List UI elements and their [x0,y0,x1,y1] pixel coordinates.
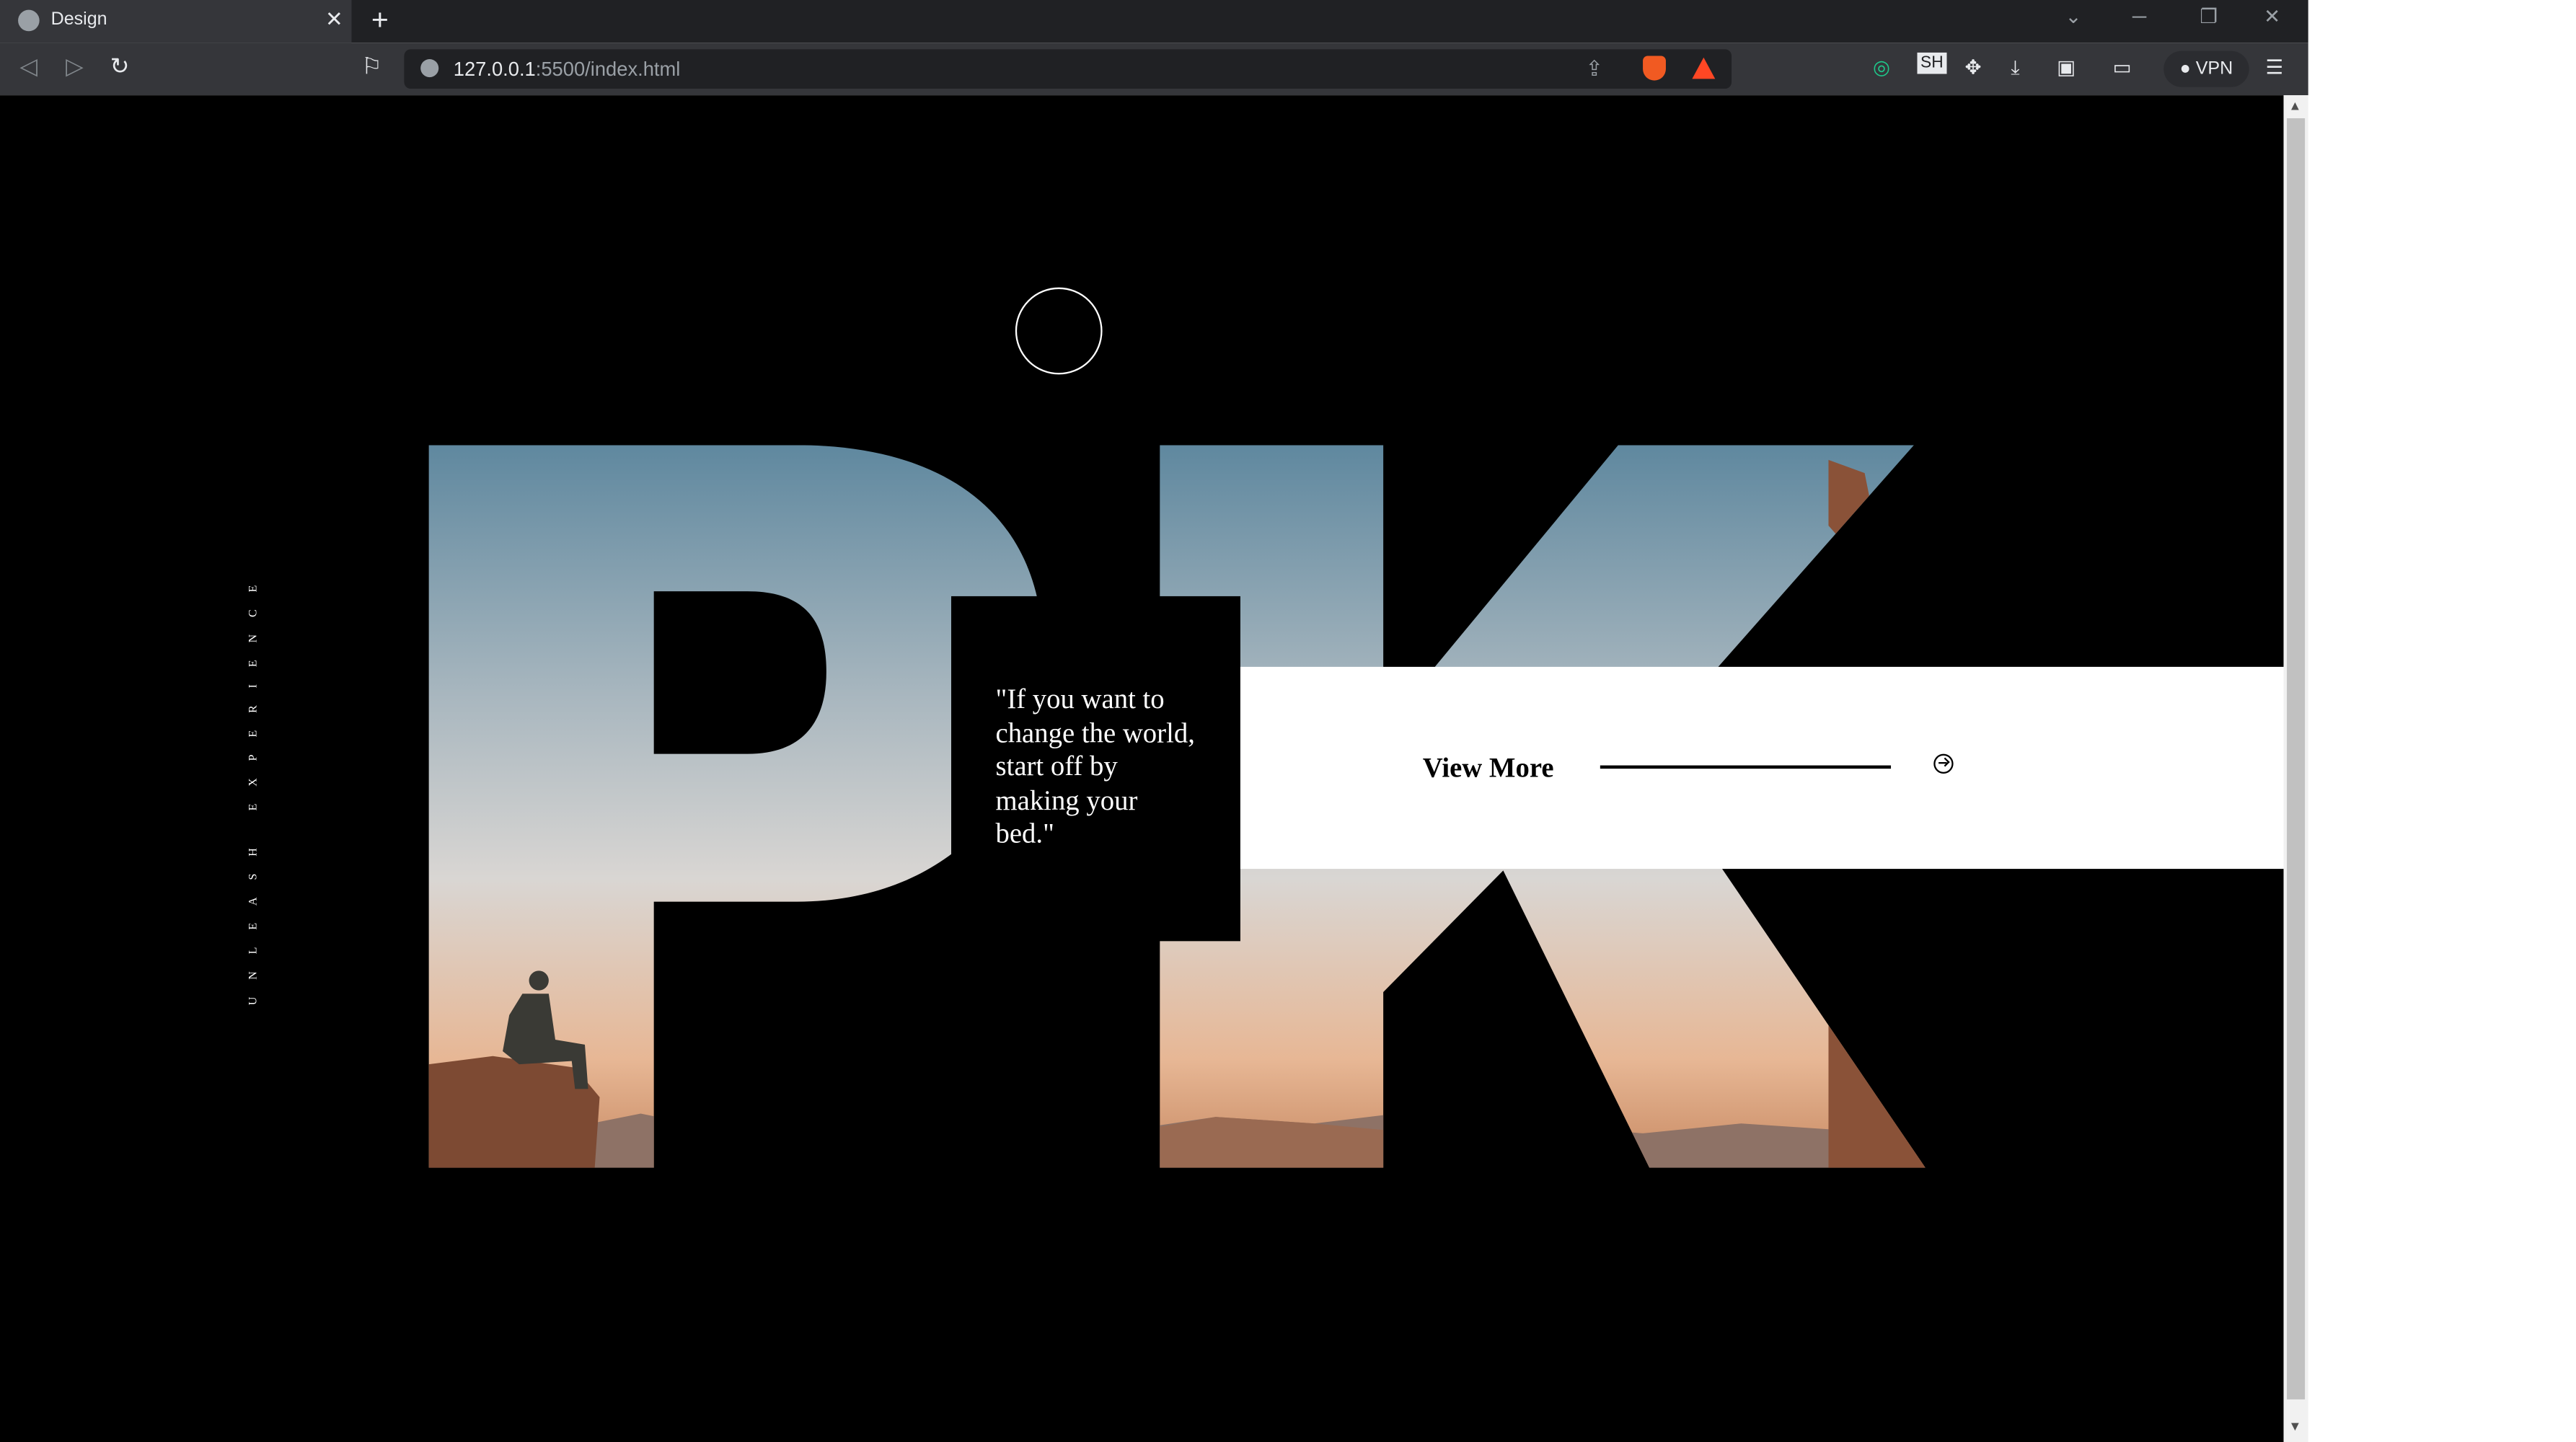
sidebar-icon[interactable]: ▣ [2057,56,2076,79]
menu-icon[interactable]: ☰ [2265,56,2283,79]
download-icon[interactable]: ⤓ [2011,56,2019,80]
browser-tab-bar: Design ✕ + ⌄ ─ ❐ ✕ [0,0,2308,43]
url-text: 127.0.0.1:5500/index.html [453,57,681,81]
quote-text: "If you want to change the world, start … [995,683,1195,849]
scroll-up-arrow-icon[interactable]: ▲ [2288,99,2301,114]
scrollbar-thumb[interactable] [2287,118,2306,1399]
tab-title: Design [50,9,107,30]
extension-eye-icon[interactable]: ◎ [1873,56,1890,79]
close-window-button[interactable]: ✕ [2264,5,2280,28]
browser-tab[interactable]: Design ✕ [0,0,352,43]
minimize-button[interactable]: ─ [2132,5,2146,28]
browser-toolbar: ◁ ▷ ↻ ⚐ 127.0.0.1:5500/index.html ⇪ ◎ SH… [0,43,2308,96]
view-more-line [1600,765,1892,769]
vpn-button[interactable]: ● VPN [2163,50,2249,87]
view-more-link[interactable]: View More [1423,752,1554,785]
extension-sh-icon[interactable]: SH [1917,52,1947,74]
globe-icon [18,9,40,32]
brave-rewards-icon[interactable] [1692,57,1716,79]
site-info-icon[interactable] [420,59,439,78]
tab-list-chevron-icon[interactable]: ⌄ [2065,5,2082,28]
back-icon[interactable]: ◁ [19,53,38,81]
maximize-button[interactable]: ❐ [2200,5,2218,28]
arrow-circle-right-icon[interactable] [1933,753,1954,774]
page-scrollbar[interactable]: ▲ ▼ [2283,95,2308,1442]
tab-close-button[interactable]: ✕ [325,6,343,32]
share-icon[interactable]: ⇪ [1585,56,1603,81]
brave-shields-icon[interactable] [1643,56,1666,81]
page-viewport: UNLEASH EXPERIENCE "If you want to chang… [0,95,2284,1442]
forward-icon[interactable]: ▷ [66,53,84,81]
bookmark-icon[interactable]: ⚐ [361,53,382,81]
address-bar[interactable]: 127.0.0.1:5500/index.html ⇪ [404,49,1732,89]
extensions-puzzle-icon[interactable]: ✥ [1965,56,1982,79]
reload-icon[interactable]: ↻ [110,53,130,81]
scroll-down-arrow-icon[interactable]: ▼ [2288,1419,2301,1434]
new-tab-button[interactable]: + [371,4,389,38]
view-more-band: View More [1240,666,2284,870]
wallet-icon[interactable]: ▭ [2113,56,2132,79]
